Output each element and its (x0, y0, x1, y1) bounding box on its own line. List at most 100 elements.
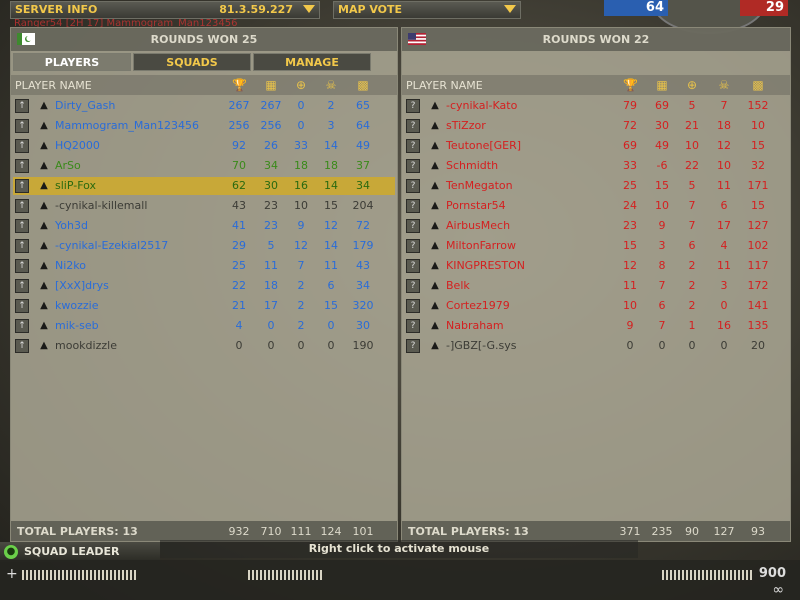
player-teamwork: 23 (264, 219, 278, 232)
kit-icon: ▲ (40, 220, 48, 231)
health-meter (22, 570, 136, 580)
player-ping: 20 (751, 339, 765, 352)
player-kills: 7 (297, 259, 305, 272)
tab-players[interactable]: PLAYERS (13, 53, 131, 71)
trophy-icon[interactable]: 🏆 (623, 78, 638, 92)
player-row[interactable]: ↑ ▲ mookdizzle 0 0 0 0 190 (13, 337, 395, 355)
player-ping: 30 (356, 319, 370, 332)
kit-icon: ▲ (431, 280, 439, 291)
player-row[interactable]: ↑ ▲ Ni2ko 25 11 7 11 43 (13, 257, 395, 275)
player-row[interactable]: ? ▲ -]GBZ[-G.sys 0 0 0 0 20 (404, 337, 788, 355)
skull-deaths-icon[interactable]: ☠ (717, 78, 731, 92)
player-deaths: 15 (324, 199, 338, 212)
crosshair-kills-icon[interactable]: ⊕ (294, 78, 308, 92)
player-ping: 127 (747, 219, 769, 232)
player-row[interactable]: ↑ ▲ -cynikal-killemall 43 23 10 15 204 (13, 197, 395, 215)
player-name: Mammogram_Man123456 (55, 119, 200, 132)
kit-icon: ▲ (431, 340, 439, 351)
player-name: Schmidth (446, 159, 499, 172)
total-teamwork: 235 (651, 525, 673, 538)
player-name: Nabraham (446, 319, 504, 332)
player-ping: 34 (356, 179, 370, 192)
player-row[interactable]: ? ▲ Nabraham 9 7 1 16 135 (404, 317, 788, 335)
player-teamwork: 10 (655, 199, 669, 212)
kit-icon: ▲ (40, 240, 48, 251)
server-info-label: SERVER INFO (15, 3, 98, 16)
player-score: 9 (626, 319, 634, 332)
total-players: TOTAL PLAYERS: 13 (408, 525, 529, 538)
server-info-bar[interactable]: SERVER INFO 81.3.59.227 (10, 1, 320, 19)
player-row[interactable]: ? ▲ Belk 11 7 2 3 172 (404, 277, 788, 295)
player-kills: 10 (294, 199, 308, 212)
player-ping: 204 (352, 199, 374, 212)
player-row[interactable]: ↑ ▲ Yoh3d 41 23 9 12 72 (13, 217, 395, 235)
player-row[interactable]: ? ▲ sTiZzor 72 30 21 18 10 (404, 117, 788, 135)
trophy-icon[interactable]: 🏆 (232, 78, 247, 92)
player-row[interactable]: ? ▲ MiltonFarrow 15 3 6 4 102 (404, 237, 788, 255)
player-name: ArSo (55, 159, 81, 172)
skull-deaths-icon[interactable]: ☠ (324, 78, 338, 92)
tab-manage[interactable]: MANAGE (253, 53, 371, 71)
kit-icon: ▲ (431, 200, 439, 211)
player-teamwork: -6 (656, 159, 668, 172)
player-row[interactable]: ↑ ▲ mik-seb 4 0 2 0 30 (13, 317, 395, 335)
player-row[interactable]: ↑ ▲ kwozzie 21 17 2 15 320 (13, 297, 395, 315)
tab-squads[interactable]: SQUADS (133, 53, 251, 71)
player-row[interactable]: ? ▲ KINGPRESTON 12 8 2 11 117 (404, 257, 788, 275)
col-player-name[interactable]: PLAYER NAME (406, 79, 483, 92)
player-name: [XxX]drys (55, 279, 109, 292)
player-row[interactable]: ? ▲ TenMegaton 25 15 5 11 171 (404, 177, 788, 195)
player-deaths: 12 (324, 219, 338, 232)
player-row[interactable]: ↑ ▲ -cynikal-Ezekial2517 29 5 12 14 179 (13, 237, 395, 255)
player-row[interactable]: ↑ ▲ sliP-Fox 62 30 16 14 34 (13, 177, 395, 195)
player-score: 267 (228, 99, 250, 112)
player-kills: 0 (297, 119, 305, 132)
ammo-count: 900 (758, 566, 786, 581)
teamwork-icon[interactable]: ▦ (264, 78, 278, 92)
player-score: 25 (623, 179, 637, 192)
team-flag-icon (17, 33, 35, 45)
total-deaths: 124 (320, 525, 342, 538)
player-deaths: 11 (324, 259, 338, 272)
kit-icon: ▲ (40, 300, 48, 311)
mouse-tip: Right click to activate mouse (160, 540, 638, 558)
player-deaths: 6 (327, 279, 335, 292)
chevron-down-icon[interactable] (303, 5, 315, 13)
player-row[interactable]: ↑ ▲ Dirty_Gash 267 267 0 2 65 (13, 97, 395, 115)
player-row[interactable]: ? ▲ Schmidth 33 -6 22 10 32 (404, 157, 788, 175)
map-vote-bar[interactable]: MAP VOTE (333, 1, 521, 19)
total-score: 932 (228, 525, 250, 538)
crosshair-kills-icon[interactable]: ⊕ (685, 78, 699, 92)
player-row[interactable]: ↑ ▲ Mammogram_Man123456 256 256 0 3 64 (13, 117, 395, 135)
col-player-name[interactable]: PLAYER NAME (15, 79, 92, 92)
player-name: AirbusMech (446, 219, 511, 232)
player-row[interactable]: ? ▲ -cynikal-Kato 79 69 5 7 152 (404, 97, 788, 115)
player-row[interactable]: ? ▲ Cortez1979 10 6 2 0 141 (404, 297, 788, 315)
player-row[interactable]: ↑ ▲ HQ2000 92 26 33 14 49 (13, 137, 395, 155)
player-row[interactable]: ? ▲ AirbusMech 23 9 7 17 127 (404, 217, 788, 235)
player-teamwork: 7 (658, 279, 666, 292)
player-row[interactable]: ? ▲ Teutone[GER] 69 49 10 12 15 (404, 137, 788, 155)
player-row[interactable]: ↑ ▲ ArSo 70 34 18 18 37 (13, 157, 395, 175)
player-teamwork: 0 (267, 339, 275, 352)
player-name: Dirty_Gash (55, 99, 116, 112)
scoreboard-right-team: ROUNDS WON 22 PLAYER NAME 🏆 ▦ ⊕ ☠ ▩ ? ▲ -c… (401, 27, 791, 542)
kit-icon: ▲ (431, 180, 439, 191)
player-score: 256 (228, 119, 250, 132)
total-deaths: 127 (713, 525, 735, 538)
chevron-down-icon[interactable] (504, 5, 516, 13)
player-teamwork: 0 (267, 319, 275, 332)
player-teamwork: 18 (264, 279, 278, 292)
player-row[interactable]: ? ▲ Pornstar54 24 10 7 6 15 (404, 197, 788, 215)
teamwork-icon[interactable]: ▦ (655, 78, 669, 92)
player-kills: 10 (685, 139, 699, 152)
player-deaths: 2 (327, 99, 335, 112)
kit-icon: ▲ (40, 260, 48, 271)
ping-bars-icon[interactable]: ▩ (751, 78, 765, 92)
player-name: Teutone[GER] (446, 139, 522, 152)
player-ping: 10 (751, 119, 765, 132)
player-row[interactable]: ↑ ▲ [XxX]drys 22 18 2 6 34 (13, 277, 395, 295)
player-name: kwozzie (55, 299, 99, 312)
player-score: 29 (232, 239, 246, 252)
ping-bars-icon[interactable]: ▩ (356, 78, 370, 92)
